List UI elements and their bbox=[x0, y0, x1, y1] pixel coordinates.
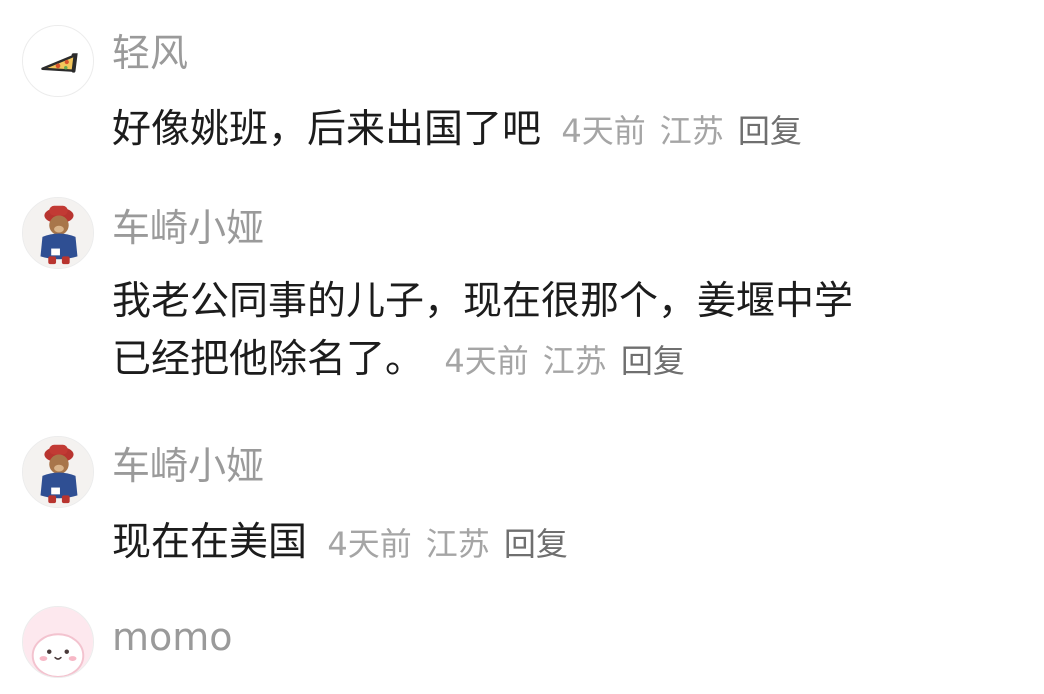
comment-text-line: 好像姚班，后来出国了吧 bbox=[112, 107, 542, 152]
username[interactable]: 车崎小娅 bbox=[112, 444, 264, 488]
comment-meta: 4天前 江苏 回复 bbox=[327, 525, 581, 563]
avatar[interactable] bbox=[22, 197, 94, 269]
reply-button[interactable]: 回复 bbox=[504, 525, 568, 563]
avatar[interactable] bbox=[22, 436, 94, 508]
reply-button[interactable]: 回复 bbox=[738, 112, 802, 150]
comment-text: 我老公同事的儿子，现在很那个，姜堰中学 已经把他除名了。 4天前 江苏 回复 bbox=[112, 273, 1042, 390]
comment-text-line: 已经把他除名了。 bbox=[112, 337, 425, 382]
comment-text: 现在在美国 4天前 江苏 回复 bbox=[112, 514, 1042, 573]
comment-time: 4天前 bbox=[561, 112, 646, 150]
comment-time: 4天前 bbox=[327, 525, 412, 563]
comment-time: 4天前 bbox=[444, 342, 529, 380]
username[interactable]: momo bbox=[112, 615, 233, 659]
username[interactable]: 轻风 bbox=[112, 31, 188, 75]
username[interactable]: 车崎小娅 bbox=[112, 206, 264, 250]
comment-text-line: 我老公同事的儿子，现在很那个，姜堰中学 bbox=[112, 279, 854, 324]
bear-doll-avatar bbox=[23, 198, 93, 268]
avatar[interactable] bbox=[22, 25, 94, 97]
comment-meta: 4天前 江苏 回复 bbox=[444, 342, 698, 380]
avatar[interactable] bbox=[22, 606, 94, 678]
comment-text-line: 现在在美国 bbox=[112, 520, 308, 565]
comment-location: 江苏 bbox=[542, 342, 607, 380]
comment-location: 江苏 bbox=[425, 525, 490, 563]
bear-doll-avatar bbox=[23, 437, 93, 507]
comment-text: 好像姚班，后来出国了吧 4天前 江苏 回复 bbox=[112, 101, 1042, 160]
comment-meta: 4天前 江苏 回复 bbox=[561, 112, 815, 150]
comment-location: 江苏 bbox=[659, 112, 724, 150]
pizza-icon bbox=[23, 26, 93, 96]
reply-button[interactable]: 回复 bbox=[621, 342, 685, 380]
pink-bunny-avatar bbox=[23, 607, 93, 677]
